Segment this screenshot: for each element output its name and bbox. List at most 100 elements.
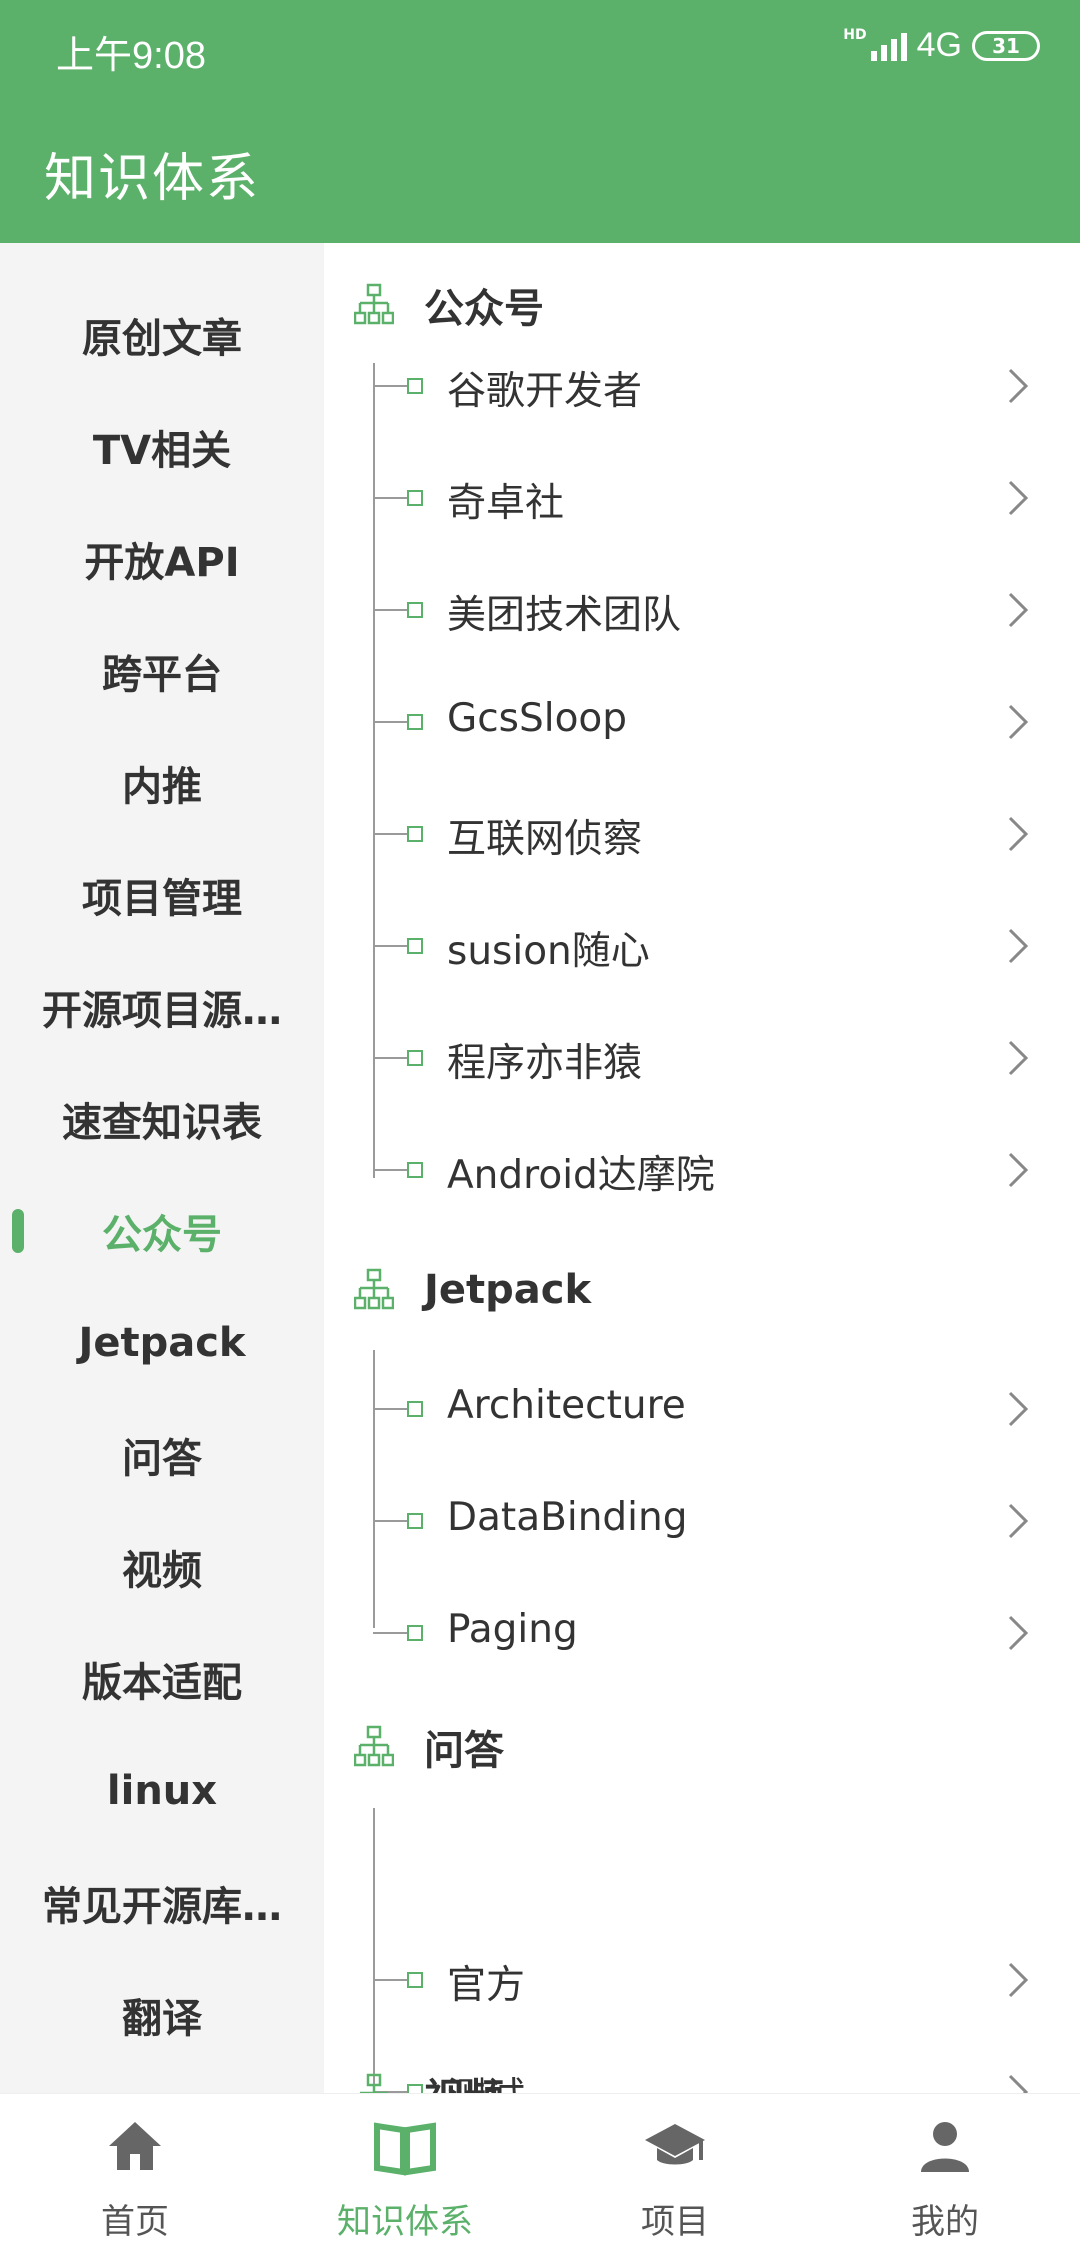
person-icon [921,2122,969,2172]
sidebar-item-label: 翻译 [122,1996,202,2042]
tree-connector [373,721,407,723]
sidebar-item[interactable]: 项目管理 [0,839,324,951]
page-title: 知识体系 [44,149,261,209]
sidebar-item-active[interactable]: 公众号 [0,1175,324,1287]
sidebar-item[interactable]: TV相关 [0,391,324,503]
sidebar-item-label: linux [106,1768,218,1814]
sidebar-item[interactable]: Jetpack [0,1287,324,1399]
hd-indicator: HD [843,26,867,43]
tree-node-icon [407,938,423,954]
sidebar-item[interactable]: 开源项目源… [0,951,324,1063]
nav-tab-knowledge[interactable]: 知识体系 [270,2094,540,2248]
tree-connector [373,1632,407,1634]
chevron-right-icon [1008,704,1029,740]
tree-item-label: 互联网侦察 [447,817,643,862]
tree-item[interactable]: GcsSloop [324,666,1080,778]
sidebar-item[interactable]: linux [0,1735,324,1847]
tree-item-label: 奇卓社 [447,481,565,526]
sidebar-item-label: 速查知识表 [62,1100,262,1146]
tree-connector [373,1520,407,1522]
chevron-right-icon [1008,1152,1029,1188]
active-indicator [12,1209,24,1253]
section-title: 公众号 [424,286,544,332]
battery-icon: 31 [972,30,1040,61]
tree-item-label: 程序亦非猿 [447,1041,643,1086]
tree-item[interactable]: Architecture [324,1353,1080,1465]
sidebar-item[interactable]: 视频 [0,1511,324,1623]
sidebar-item[interactable]: 原创文章 [0,279,324,391]
sidebar-item[interactable]: 内推 [0,727,324,839]
sidebar-item[interactable]: 开放API [0,503,324,615]
section-title: Jetpack [424,1267,592,1313]
section-title: 视频 [424,2066,504,2093]
network-type: 4G [916,26,962,64]
tree-item-label: 官方 [447,1963,526,2008]
tree-item[interactable]: 程序亦非猿 [324,1002,1080,1114]
sidebar-item[interactable]: 速查知识表 [0,1063,324,1175]
tree-node-icon [407,1625,423,1641]
nav-tab-home[interactable]: 首页 [0,2094,270,2248]
chevron-right-icon [1008,1615,1029,1651]
sidebar-item-label: 视频 [122,1548,202,1594]
signal-icon [870,31,907,61]
sidebar-item-label: 原创文章 [82,316,242,362]
tree-structure-icon [360,2073,388,2093]
tree-node-icon [407,826,423,842]
tree-node-icon [407,490,423,506]
tree-item-label: Paging [447,1607,578,1652]
tree-item-label: Architecture [447,1383,686,1428]
tree-item[interactable]: Paging [324,1577,1080,1689]
sidebar-item-label: 开源项目源… [42,988,282,1034]
nav-tab-mine[interactable]: 我的 [810,2094,1080,2248]
tree-connector [373,385,407,387]
sidebar-item[interactable]: 跨平台 [0,615,324,727]
tree-connector [373,945,407,947]
tree-item[interactable]: Android达摩院 [324,1114,1080,1226]
tree-connector [373,1169,407,1171]
tree-connector [373,1057,407,1059]
tree-item[interactable]: 官方 [324,1924,1080,2036]
tree-item[interactable]: susion随心 [324,890,1080,1002]
category-sidebar[interactable]: 原创文章 TV相关 开放API 跨平台 内推 项目管理 开源项目源… 速查知识表… [0,243,324,2093]
tree-node-icon [407,1401,423,1417]
tree-item[interactable]: 谷歌开发者 [324,330,1080,442]
tree-item[interactable]: 美团技术团队 [324,554,1080,666]
tree-item[interactable]: DataBinding [324,1465,1080,1577]
nav-tab-projects[interactable]: 项目 [540,2094,810,2248]
sidebar-item-label: 问答 [122,1436,202,1482]
tree-connector [373,833,407,835]
status-time: 上午9:08 [56,35,206,77]
chevron-right-icon [1008,592,1029,628]
knowledge-tree[interactable]: 公众号 谷歌开发者 奇卓社 美团技术团队 GcsSloop 互联网侦察 susi… [324,243,1080,2093]
sidebar-item[interactable]: 翻译 [0,1959,324,2071]
chevron-right-icon [1008,368,1029,404]
nav-tab-label: 我的 [911,2202,979,2242]
section-header: Jetpack [324,1250,1080,1330]
tree-item-label: DataBinding [447,1495,688,1540]
sidebar-item-label: 项目管理 [82,876,242,922]
tree-item-label: 谷歌开发者 [447,369,643,414]
chevron-right-icon [1008,1040,1029,1076]
sidebar-item[interactable]: 版本适配 [0,1623,324,1735]
tree-item[interactable]: 奇卓社 [324,442,1080,554]
chevron-right-icon [1008,480,1029,516]
book-icon [374,2122,436,2176]
sidebar-item-label: 公众号 [102,1212,222,1258]
tree-item-label: 美团技术团队 [447,593,682,638]
sidebar-item[interactable]: 问答 [0,1399,324,1511]
tree-node-icon [407,714,423,730]
tree-node-icon [407,1513,423,1529]
tree-item-label: susion随心 [447,929,650,974]
chevron-right-icon [1008,1391,1029,1427]
sidebar-item-label: 常见开源库… [42,1884,282,1930]
chevron-right-icon [1008,1962,1029,1998]
home-icon [109,2122,161,2170]
chevron-right-icon [1008,816,1029,852]
section-header: 视频 [324,2055,1080,2093]
tree-item[interactable]: 互联网侦察 [324,778,1080,890]
sidebar-item[interactable]: 常见开源库… [0,1847,324,1959]
tree-node-icon [407,1162,423,1178]
status-indicators: HD 4G 31 [843,26,1040,65]
tree-structure-icon [354,1268,394,1310]
sidebar-item-label: Jetpack [78,1320,246,1366]
